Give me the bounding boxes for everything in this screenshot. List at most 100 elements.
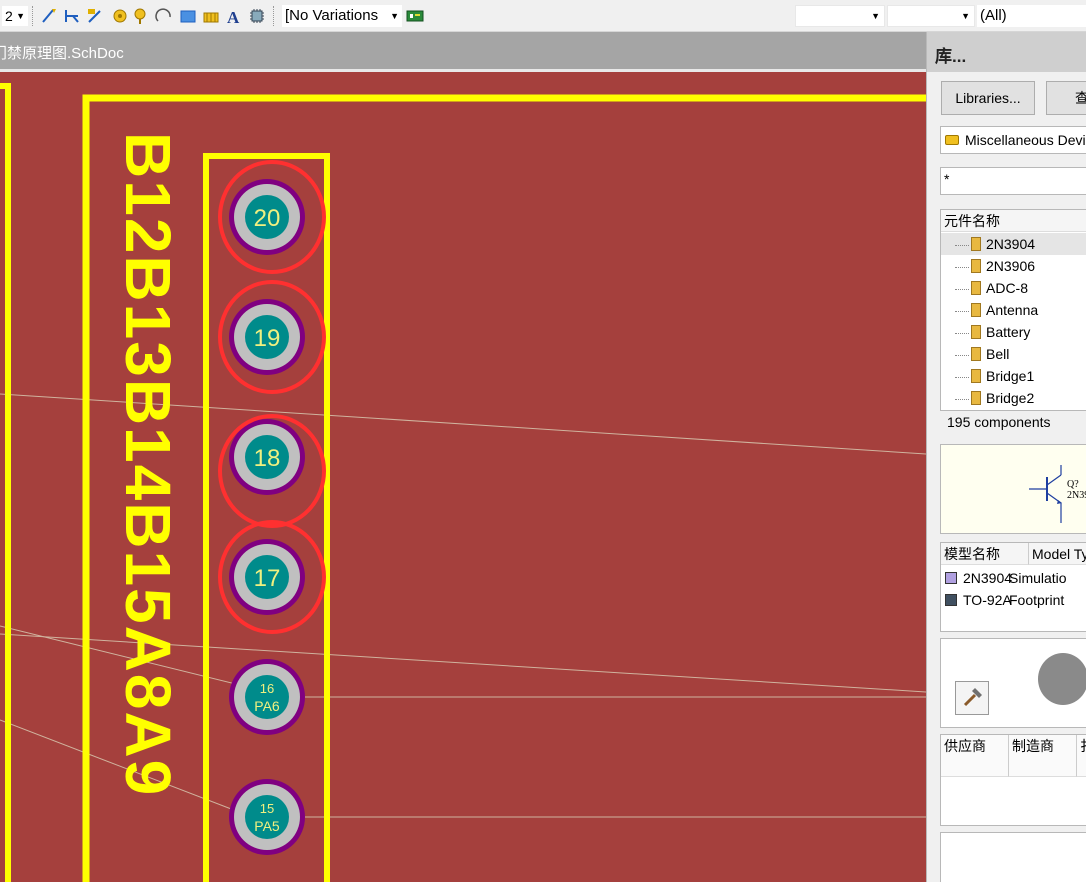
model-icon xyxy=(945,572,957,584)
model-name-header: 模型名称 xyxy=(941,543,1029,565)
sheet-combo-value: 2 xyxy=(5,8,13,24)
component-item[interactable]: Antenna xyxy=(941,299,1086,321)
pads-group: 2019181716PA615PA5 xyxy=(218,160,326,855)
component-name: Bell xyxy=(986,346,1010,362)
details-area xyxy=(940,832,1086,882)
filter-combo-1[interactable]: ▼ xyxy=(795,5,885,27)
symbol-preview: Q? 2N39 xyxy=(940,444,1086,534)
component-item[interactable]: Bell xyxy=(941,343,1086,365)
component-list-header: 元件名称 xyxy=(941,210,1086,232)
chevron-down-icon: ▼ xyxy=(390,11,399,21)
place-text-icon[interactable]: A xyxy=(225,7,243,25)
model-name: TO-92A xyxy=(963,592,1012,608)
model-type: Footprint xyxy=(1009,592,1065,608)
component-name: 2N3904 xyxy=(986,236,1036,252)
tree-line xyxy=(955,332,969,334)
model-type: Simulatio xyxy=(1009,570,1067,586)
variations-value: [No Variations xyxy=(285,7,379,24)
pad-number: 20 xyxy=(254,205,281,232)
component-item[interactable]: Battery xyxy=(941,321,1086,343)
pad[interactable]: 19 xyxy=(218,280,326,394)
component-name: Antenna xyxy=(986,302,1039,318)
component-icon xyxy=(971,325,981,339)
description-header: 扌 xyxy=(1077,735,1086,777)
model-icon xyxy=(945,594,957,606)
preview-part: 2N39 xyxy=(1067,490,1086,501)
place-bus-icon[interactable] xyxy=(63,7,81,25)
library-select[interactable]: Miscellaneous Devic xyxy=(940,126,1086,154)
pad[interactable]: 18 xyxy=(218,414,326,528)
library-panel: 库... Libraries... 查 Miscellaneous Devic … xyxy=(926,32,1086,882)
libraries-button[interactable]: Libraries... xyxy=(941,81,1035,115)
component-item[interactable]: ADC-8 xyxy=(941,277,1086,299)
library-icon xyxy=(945,135,959,145)
manufacturer-header: 制造商 xyxy=(1009,735,1077,777)
filter-all-combo[interactable]: (All) xyxy=(977,5,1086,27)
variations-combo[interactable]: [No Variations ▼ xyxy=(282,5,402,27)
preview-designator: Q? xyxy=(1067,479,1079,490)
document-tab[interactable]: 门禁原理图.SchDoc xyxy=(0,32,926,72)
description-header-label: 扌 xyxy=(1080,738,1086,754)
library-panel-title: 库... xyxy=(927,32,1086,72)
filter-combo-2[interactable]: ▼ xyxy=(887,5,975,27)
tree-line xyxy=(955,266,969,268)
document-tab-title: 门禁原理图.SchDoc xyxy=(0,45,124,62)
model-item[interactable]: TO-92A Footprint xyxy=(941,589,1086,611)
component-item[interactable]: Bridge1 xyxy=(941,365,1086,387)
footprint-3d-preview xyxy=(1038,653,1086,705)
model-name: 2N3904 xyxy=(963,570,1013,586)
place-sheet-icon[interactable] xyxy=(202,7,220,25)
tree-line xyxy=(955,354,969,356)
filter-input-value: * xyxy=(944,171,950,187)
component-icon xyxy=(971,237,981,251)
pad[interactable]: 15PA5 xyxy=(229,779,305,855)
component-icon xyxy=(971,303,981,317)
component-name: Bridge1 xyxy=(986,368,1035,384)
manufacturer-header-label: 制造商 xyxy=(1012,738,1054,754)
place-arc-icon[interactable] xyxy=(155,7,173,25)
pad-number: 15 xyxy=(260,801,274,816)
filter-input[interactable]: * xyxy=(940,167,1086,195)
main-toolbar: 2 ▼ A [No Variations ▼ ▼ ▼ (All) xyxy=(0,0,1086,32)
component-name: 2N3906 xyxy=(986,258,1036,274)
model-preview xyxy=(940,638,1086,728)
chevron-down-icon: ▼ xyxy=(961,11,970,21)
component-icon xyxy=(971,259,981,273)
component-item[interactable]: 2N3906 xyxy=(941,255,1086,277)
tree-line xyxy=(955,288,969,290)
pad[interactable]: 20 xyxy=(218,160,326,274)
sheet-combo[interactable]: 2 ▼ xyxy=(2,6,28,26)
component-icon xyxy=(971,391,981,405)
place-part-icon[interactable] xyxy=(248,7,266,25)
filter-all-value: (All) xyxy=(980,7,1007,24)
component-name: ADC-8 xyxy=(986,280,1029,296)
tree-line xyxy=(955,398,969,400)
model-item[interactable]: 2N3904 Simulatio xyxy=(941,567,1086,589)
pcb-board-icon[interactable] xyxy=(406,7,424,25)
place-power-icon[interactable] xyxy=(132,7,150,25)
hammer-icon[interactable] xyxy=(955,681,989,715)
tree-line xyxy=(955,310,969,312)
place-net-label-icon[interactable] xyxy=(86,7,104,25)
place-rectangle-icon[interactable] xyxy=(179,7,197,25)
pcb-canvas[interactable]: B12B13B14B15A8A9 20 19 18 17 16 PA6 15 PA5 xyxy=(0,72,926,882)
pad[interactable]: 17 xyxy=(218,520,326,634)
search-button[interactable]: 查 xyxy=(1046,81,1086,115)
tree-line xyxy=(955,376,969,378)
pad-net: PA5 xyxy=(254,818,280,834)
header-outline xyxy=(203,153,330,882)
component-name: Bridge2 xyxy=(986,390,1035,406)
component-item[interactable]: Bridge2 xyxy=(941,387,1086,409)
supplier-table: 供应商 制造商 扌 xyxy=(940,734,1086,826)
component-list: 元件名称 2N3904 2N3906 ADC-8 Antenna Battery Bell… xyxy=(940,209,1086,411)
place-wire-icon[interactable] xyxy=(40,7,58,25)
component-item[interactable]: 2N3904 xyxy=(941,233,1086,255)
place-port-icon[interactable] xyxy=(111,7,129,25)
chevron-down-icon: ▼ xyxy=(871,11,880,21)
component-icon xyxy=(971,347,981,361)
pcb-drawing: B12B13B14B15A8A9 2019181716PA615PA5 xyxy=(0,83,926,882)
pad-number: 19 xyxy=(254,325,281,352)
svg-text:A: A xyxy=(227,8,240,25)
pad[interactable]: 16PA6 xyxy=(229,659,305,735)
supplier-header-label: 供应商 xyxy=(944,738,986,754)
